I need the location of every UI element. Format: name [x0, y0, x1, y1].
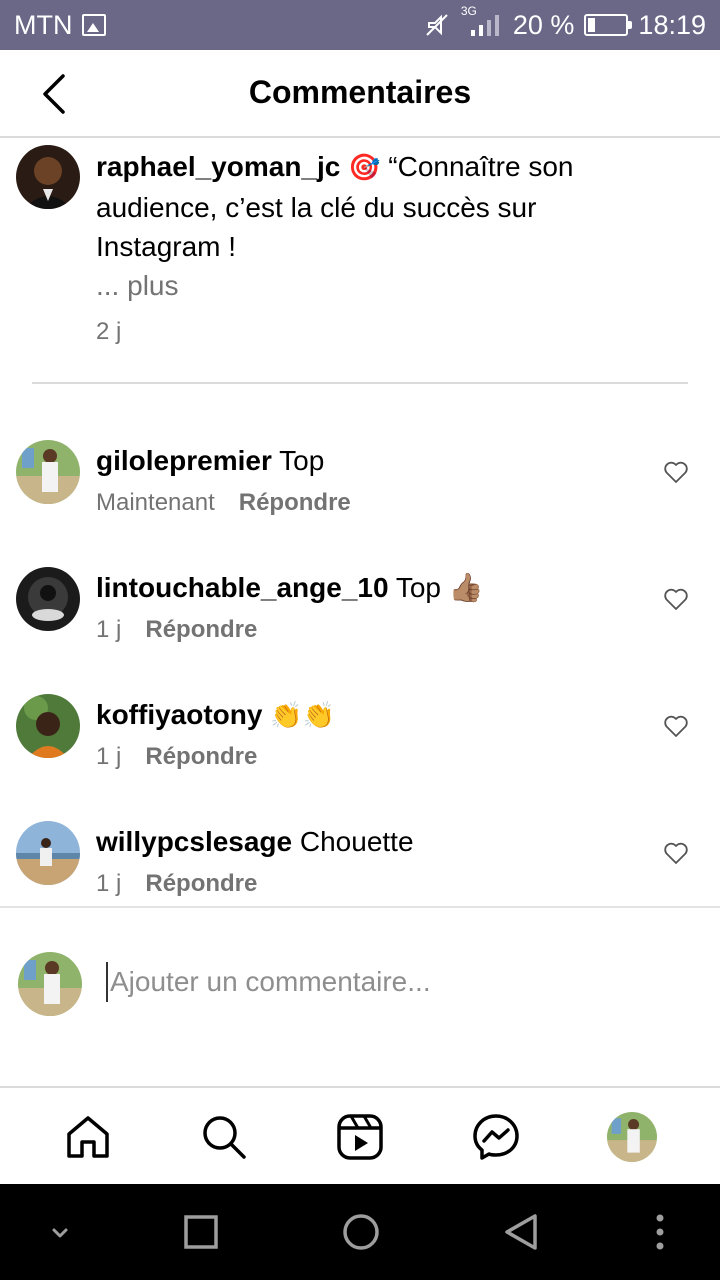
avatar[interactable] [16, 440, 80, 504]
comment-item: lintouchable_ange_10 Top 👍🏽 1 j Répondre [0, 567, 720, 677]
reply-button[interactable]: Répondre [239, 488, 351, 518]
carrier-label: MTN [14, 9, 73, 40]
reply-button[interactable]: Répondre [145, 615, 257, 645]
battery-percent: 20 % [512, 9, 575, 40]
comment-text: 👏👏 [270, 701, 335, 731]
comment-text: Chouette [299, 826, 414, 857]
more-link[interactable]: ... plus [96, 266, 656, 305]
avatar [18, 952, 82, 1016]
image-notification-icon [82, 14, 107, 36]
signal-icon: 3G [461, 4, 503, 40]
status-bar: MTN 3G 20 % 18:19 [0, 0, 720, 50]
comment-time: 1 j [96, 616, 122, 643]
reply-button[interactable]: Répondre [145, 742, 257, 772]
avatar[interactable] [16, 694, 80, 758]
comment-time: 1 j [96, 743, 122, 770]
divider [32, 382, 688, 384]
comment-username[interactable]: willypcslesage [96, 826, 292, 857]
heart-icon[interactable] [663, 841, 689, 865]
search-icon[interactable] [199, 1112, 249, 1162]
comment-item: koffiyaotony 👏👏 1 j Répondre [0, 694, 720, 804]
comment-line: lintouchable_ange_10 Top 👍🏽 [96, 571, 484, 605]
avatar[interactable] [16, 145, 80, 209]
home-circle-icon[interactable] [339, 1210, 383, 1254]
comment-text: Top [279, 445, 325, 476]
home-icon[interactable] [63, 1112, 113, 1162]
comment-meta: 1 j Répondre [96, 742, 257, 772]
caption-time: 2 j [96, 318, 122, 345]
comment-line: koffiyaotony 👏👏 [96, 698, 335, 733]
system-nav-bar [0, 1184, 720, 1280]
comment-line: willypcslesage Chouette [96, 825, 414, 859]
comment-input[interactable] [106, 962, 666, 1002]
mute-icon [426, 14, 448, 36]
caption-text-block: raphael_yoman_jc 🎯 “Connaître son audien… [96, 147, 656, 347]
tab-bar [0, 1086, 720, 1184]
recents-icon[interactable] [179, 1210, 223, 1254]
comment-text: Top 👍🏽 [395, 572, 484, 603]
comment-time: Maintenant [96, 489, 215, 516]
comment-meta: 1 j Répondre [96, 869, 257, 899]
back-triangle-icon[interactable] [499, 1210, 543, 1254]
avatar[interactable] [16, 821, 80, 885]
comment-item: willypcslesage Chouette 1 j Répondre [0, 821, 720, 931]
collapse-icon[interactable] [38, 1210, 82, 1254]
battery-icon [584, 14, 633, 36]
reels-icon[interactable] [335, 1112, 385, 1162]
avatar[interactable] [16, 567, 80, 631]
more-dots-icon[interactable] [638, 1210, 682, 1254]
comment-meta: 1 j Répondre [96, 615, 257, 645]
header: Commentaires [0, 50, 720, 138]
heart-icon[interactable] [663, 587, 689, 611]
page-title: Commentaires [248, 74, 472, 110]
target-emoji: 🎯 [348, 153, 381, 183]
profile-avatar[interactable] [607, 1112, 657, 1162]
messenger-icon[interactable] [471, 1112, 521, 1162]
comment-item: gilolepremier Top Maintenant Répondre [0, 440, 720, 550]
reply-button[interactable]: Répondre [145, 869, 257, 899]
comment-username[interactable]: lintouchable_ange_10 [96, 572, 389, 603]
comment-line: gilolepremier Top [96, 444, 324, 478]
clock: 18:19 [638, 9, 706, 40]
divider [0, 906, 720, 908]
comment-username[interactable]: gilolepremier [96, 445, 272, 476]
heart-icon[interactable] [663, 714, 689, 738]
caption-username[interactable]: raphael_yoman_jc [96, 151, 340, 182]
comment-username[interactable]: koffiyaotony [96, 699, 262, 730]
comment-time: 1 j [96, 870, 122, 897]
heart-icon[interactable] [663, 460, 689, 484]
comment-meta: Maintenant Répondre [96, 488, 351, 518]
